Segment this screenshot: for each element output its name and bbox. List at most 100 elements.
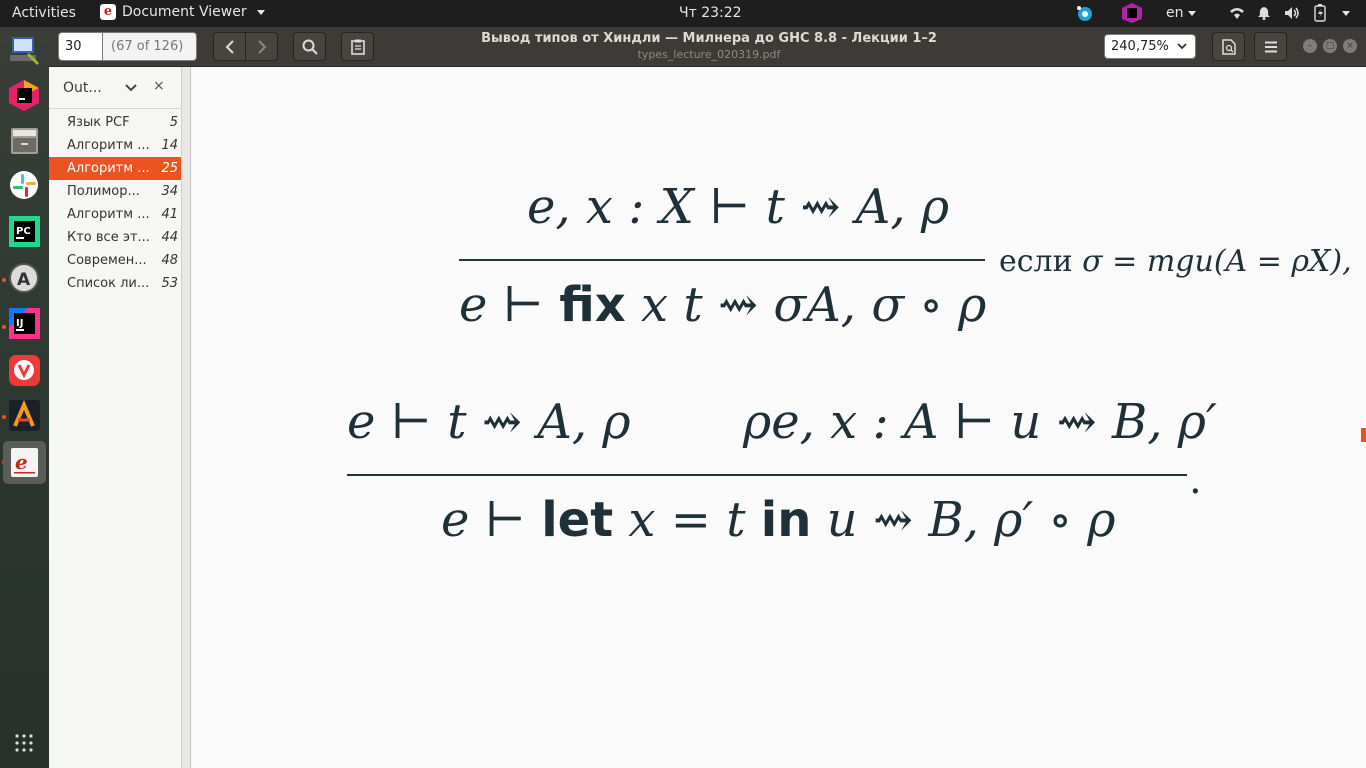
language-label: en	[1166, 5, 1184, 21]
search-icon	[302, 39, 318, 55]
outline-item-label: Современ...	[67, 253, 147, 268]
svg-text:PC: PC	[16, 226, 31, 237]
outline-item[interactable]: Современ... 48	[49, 249, 181, 272]
zoom-select[interactable]: 240,75%	[1104, 34, 1196, 59]
rule1-keyword-fix: fix	[559, 277, 626, 333]
close-button[interactable]: ×	[1343, 39, 1357, 53]
jetbrains-tray-icon[interactable]	[1121, 2, 1143, 24]
document-viewer-app-icon[interactable]: e	[8, 446, 41, 479]
language-indicator[interactable]: en	[1166, 5, 1196, 21]
rule1-conclusion-e: e ⊢	[459, 277, 544, 333]
intellij-app-icon[interactable]: IJ	[8, 307, 41, 340]
rule2-conclusion: e ⊢ let x = t in u ⇝ B, ρ′ ∘ ρ	[441, 492, 1116, 548]
svg-text:IJ: IJ	[16, 318, 23, 329]
outline-item-page: 53	[161, 276, 178, 291]
window-subtitle: types_lecture_020319.pdf	[637, 48, 781, 61]
outline-item-page: 25	[161, 161, 178, 176]
running-indicator	[2, 325, 6, 329]
outline-item-label: Список ли...	[67, 276, 150, 291]
slack-app-icon[interactable]	[8, 169, 41, 202]
outline-item-page: 41	[161, 207, 178, 222]
system-menu-chevron-icon[interactable]	[1342, 11, 1350, 16]
outline-item[interactable]: Алгоритм ... 25	[49, 157, 181, 180]
close-icon[interactable]: ×	[153, 78, 165, 94]
rule2-line	[347, 474, 1187, 476]
sidebar-divider[interactable]	[182, 67, 191, 768]
outline-item-page: 14	[161, 138, 178, 153]
search-button[interactable]	[293, 32, 326, 61]
rule2-keyword-in: in	[760, 492, 812, 548]
volume-icon[interactable]	[1284, 6, 1300, 20]
clipboard-icon	[350, 39, 365, 55]
terminal-app-icon[interactable]	[8, 34, 41, 67]
rule1-side-word: если	[999, 244, 1073, 279]
page-number-input[interactable]: 30	[58, 32, 103, 61]
outline-item[interactable]: Кто все эт... 44	[49, 226, 181, 249]
outline-item-label: Полимор...	[67, 184, 140, 199]
close-icon: ×	[1346, 41, 1354, 51]
document-viewer-icon: e	[100, 4, 116, 20]
color-picker-icon[interactable]	[1075, 4, 1095, 24]
chevron-down-icon	[256, 9, 265, 15]
top-bar: Activities e Document Viewer Чт 23:22 en	[0, 0, 1366, 27]
minimize-button[interactable]: –	[1303, 39, 1317, 53]
grid-icon[interactable]	[14, 733, 34, 753]
hamburger-icon	[1264, 41, 1277, 52]
app-menu[interactable]: e Document Viewer	[100, 4, 265, 20]
battery-icon[interactable]	[1314, 4, 1326, 22]
outline-item[interactable]: Полимор... 34	[49, 180, 181, 203]
rule1-side-formula: σ = mgu(A = ρX),	[1082, 244, 1352, 279]
maximize-button[interactable]: □	[1323, 39, 1337, 53]
previous-page-button[interactable]	[213, 32, 246, 61]
outline-item[interactable]: Алгоритм ... 41	[49, 203, 181, 226]
vivaldi-app-icon[interactable]	[8, 354, 41, 387]
outline-item-label: Язык PCF	[67, 115, 130, 130]
bell-icon[interactable]	[1257, 6, 1271, 20]
outline-item-page: 48	[161, 253, 178, 268]
affine-app-icon[interactable]	[8, 399, 41, 432]
header-bar: 30 (67 of 126) Вывод типов от Хиндли — М…	[49, 27, 1366, 67]
chevron-left-icon	[225, 39, 234, 54]
rule1-line	[459, 259, 985, 261]
svg-text:e: e	[15, 450, 28, 474]
rule2-conclusion-e: e ⊢	[441, 492, 526, 548]
outline-item[interactable]: Алгоритм ... 14	[49, 134, 181, 157]
wifi-icon[interactable]	[1229, 6, 1245, 20]
menu-button[interactable]	[1254, 32, 1287, 61]
next-page-button[interactable]	[245, 32, 278, 61]
chevron-down-icon	[1177, 43, 1187, 50]
page-count-label: (67 of 126)	[103, 32, 197, 61]
sidebar-header: Out... ×	[49, 67, 182, 109]
chevron-down-icon[interactable]	[121, 79, 141, 97]
outline-item-label: Алгоритм ...	[67, 138, 150, 153]
sidebar-mode-label[interactable]: Out...	[63, 80, 102, 96]
annotations-button[interactable]	[341, 32, 374, 61]
rule2-conclusion-mid: x = t	[628, 492, 746, 548]
outline-item-label: Алгоритм ...	[67, 207, 150, 222]
running-indicator	[2, 278, 6, 282]
running-indicator	[2, 415, 6, 419]
outline-item-label: Кто все эт...	[67, 230, 150, 245]
outline-item[interactable]: Язык PCF 5	[49, 111, 181, 134]
rule2-premise-left: e ⊢ t ⇝ A, ρ	[347, 394, 631, 450]
document-properties-button[interactable]	[1212, 32, 1245, 61]
files-app-icon[interactable]	[8, 124, 41, 157]
document-page: e, x : X ⊢ t ⇝ A, ρ e ⊢ fix x t ⇝ σA, σ …	[191, 67, 1366, 768]
minimize-icon: –	[1307, 41, 1313, 51]
jetbrains-toolbox-icon[interactable]	[8, 79, 41, 112]
rule2-keyword-let: let	[541, 492, 614, 548]
rule1-conclusion-rest: x t ⇝ σA, σ ∘ ρ	[641, 277, 987, 333]
software-updater-app-icon[interactable]: A	[8, 262, 41, 295]
rule1-conclusion: e ⊢ fix x t ⇝ σA, σ ∘ ρ	[459, 277, 986, 333]
scroll-position-marker[interactable]	[1361, 428, 1366, 442]
clock[interactable]: Чт 23:22	[679, 5, 742, 21]
chevron-right-icon	[257, 39, 266, 54]
svg-text:A: A	[17, 270, 31, 290]
outline-item-page: 44	[161, 230, 178, 245]
outline-item[interactable]: Список ли... 53	[49, 272, 181, 295]
rule1-premise: e, x : X ⊢ t ⇝ A, ρ	[527, 179, 950, 235]
pycharm-app-icon[interactable]: PC	[8, 215, 41, 248]
zoom-value: 240,75%	[1111, 39, 1169, 54]
maximize-icon: □	[1325, 41, 1335, 51]
activities-button[interactable]: Activities	[12, 5, 76, 21]
